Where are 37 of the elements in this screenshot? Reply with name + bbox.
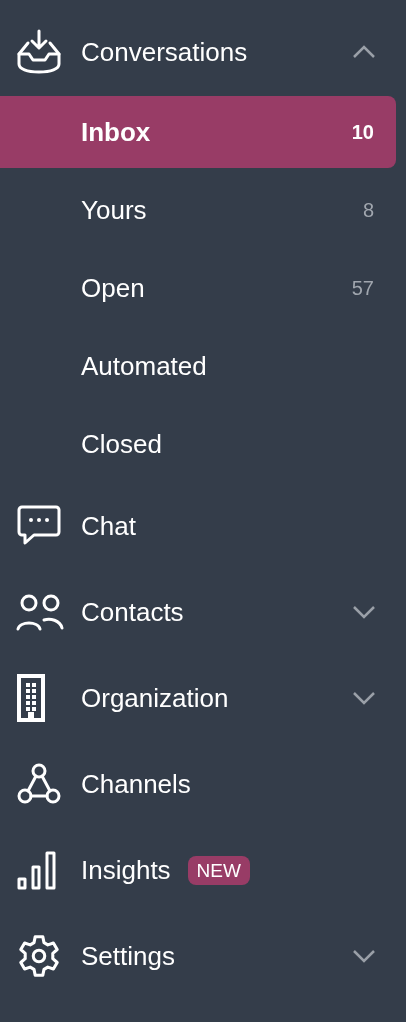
network-icon xyxy=(16,762,62,806)
nav-label: Insights xyxy=(81,857,171,883)
nav-item[interactable]: Contacts xyxy=(0,569,406,655)
count-label: 10 xyxy=(351,122,374,142)
sub-nav-item[interactable]: Open 57 xyxy=(0,252,396,324)
chevron-down-icon[interactable] xyxy=(352,605,376,619)
nav-label: Contacts xyxy=(81,599,184,625)
count-label: 8 xyxy=(362,200,374,220)
nav-label: Chat xyxy=(81,513,136,539)
chevron-down-icon[interactable] xyxy=(352,949,376,963)
nav-item[interactable]: Organization xyxy=(0,655,406,741)
count-label: 57 xyxy=(351,278,374,298)
new-badge: NEW xyxy=(187,855,250,885)
sub-nav-label: Automated xyxy=(81,353,207,379)
sub-nav-item[interactable]: Automated xyxy=(0,330,396,402)
nav-label: Conversations xyxy=(81,38,248,65)
nav-item[interactable]: Conversations xyxy=(0,0,406,93)
nav-label: Channels xyxy=(81,771,191,797)
nav-item[interactable]: Channels xyxy=(0,741,406,827)
building-icon xyxy=(16,674,46,722)
sub-nav-label: Yours xyxy=(81,197,147,223)
nav-label: Settings xyxy=(81,943,175,969)
chevron-up-icon[interactable] xyxy=(352,44,376,59)
sub-nav-item[interactable]: Yours 8 xyxy=(0,174,396,246)
sub-nav-item[interactable]: Closed xyxy=(0,408,396,480)
nav-item[interactable]: Settings xyxy=(0,913,406,999)
sub-nav-item[interactable]: Inbox 10 xyxy=(0,96,396,168)
inbox-icon xyxy=(16,28,62,75)
sub-nav-label: Closed xyxy=(81,431,162,457)
nav-item[interactable]: Chat xyxy=(0,483,406,569)
people-icon xyxy=(16,592,64,632)
sub-nav-label: Inbox xyxy=(81,119,151,145)
nav-label: Organization xyxy=(81,685,229,711)
settings-icon xyxy=(16,933,62,979)
nav-item[interactable]: Insights NEW xyxy=(0,827,406,913)
sub-nav-label: Open xyxy=(81,275,145,301)
chevron-down-icon[interactable] xyxy=(352,691,376,705)
